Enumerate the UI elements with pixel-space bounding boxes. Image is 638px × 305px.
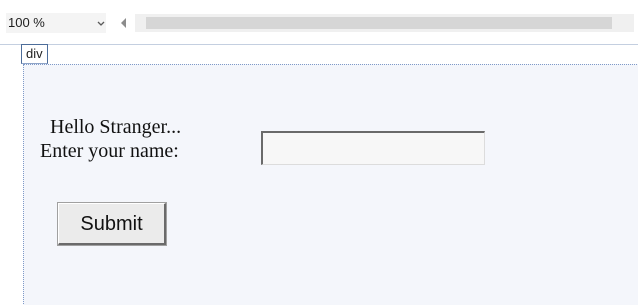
div-element-outline[interactable] [23,64,638,305]
submit-button[interactable]: Submit [57,202,167,246]
zoom-combobox[interactable]: 100 % [6,13,106,33]
triangle-left-icon[interactable] [117,15,131,31]
div-element-tag[interactable]: div [21,44,48,64]
scrollbar-thumb[interactable] [146,17,612,29]
greeting-text: Hello Stranger... [50,116,182,138]
design-surface-edge [0,44,638,45]
name-input[interactable] [261,131,485,165]
chevron-down-icon[interactable] [96,17,106,29]
zoom-value: 100 % [8,15,45,30]
zoom-toolbar: 100 % [0,0,638,44]
horizontal-scrollbar[interactable] [135,14,634,32]
name-label: Enter your name: [40,140,179,162]
